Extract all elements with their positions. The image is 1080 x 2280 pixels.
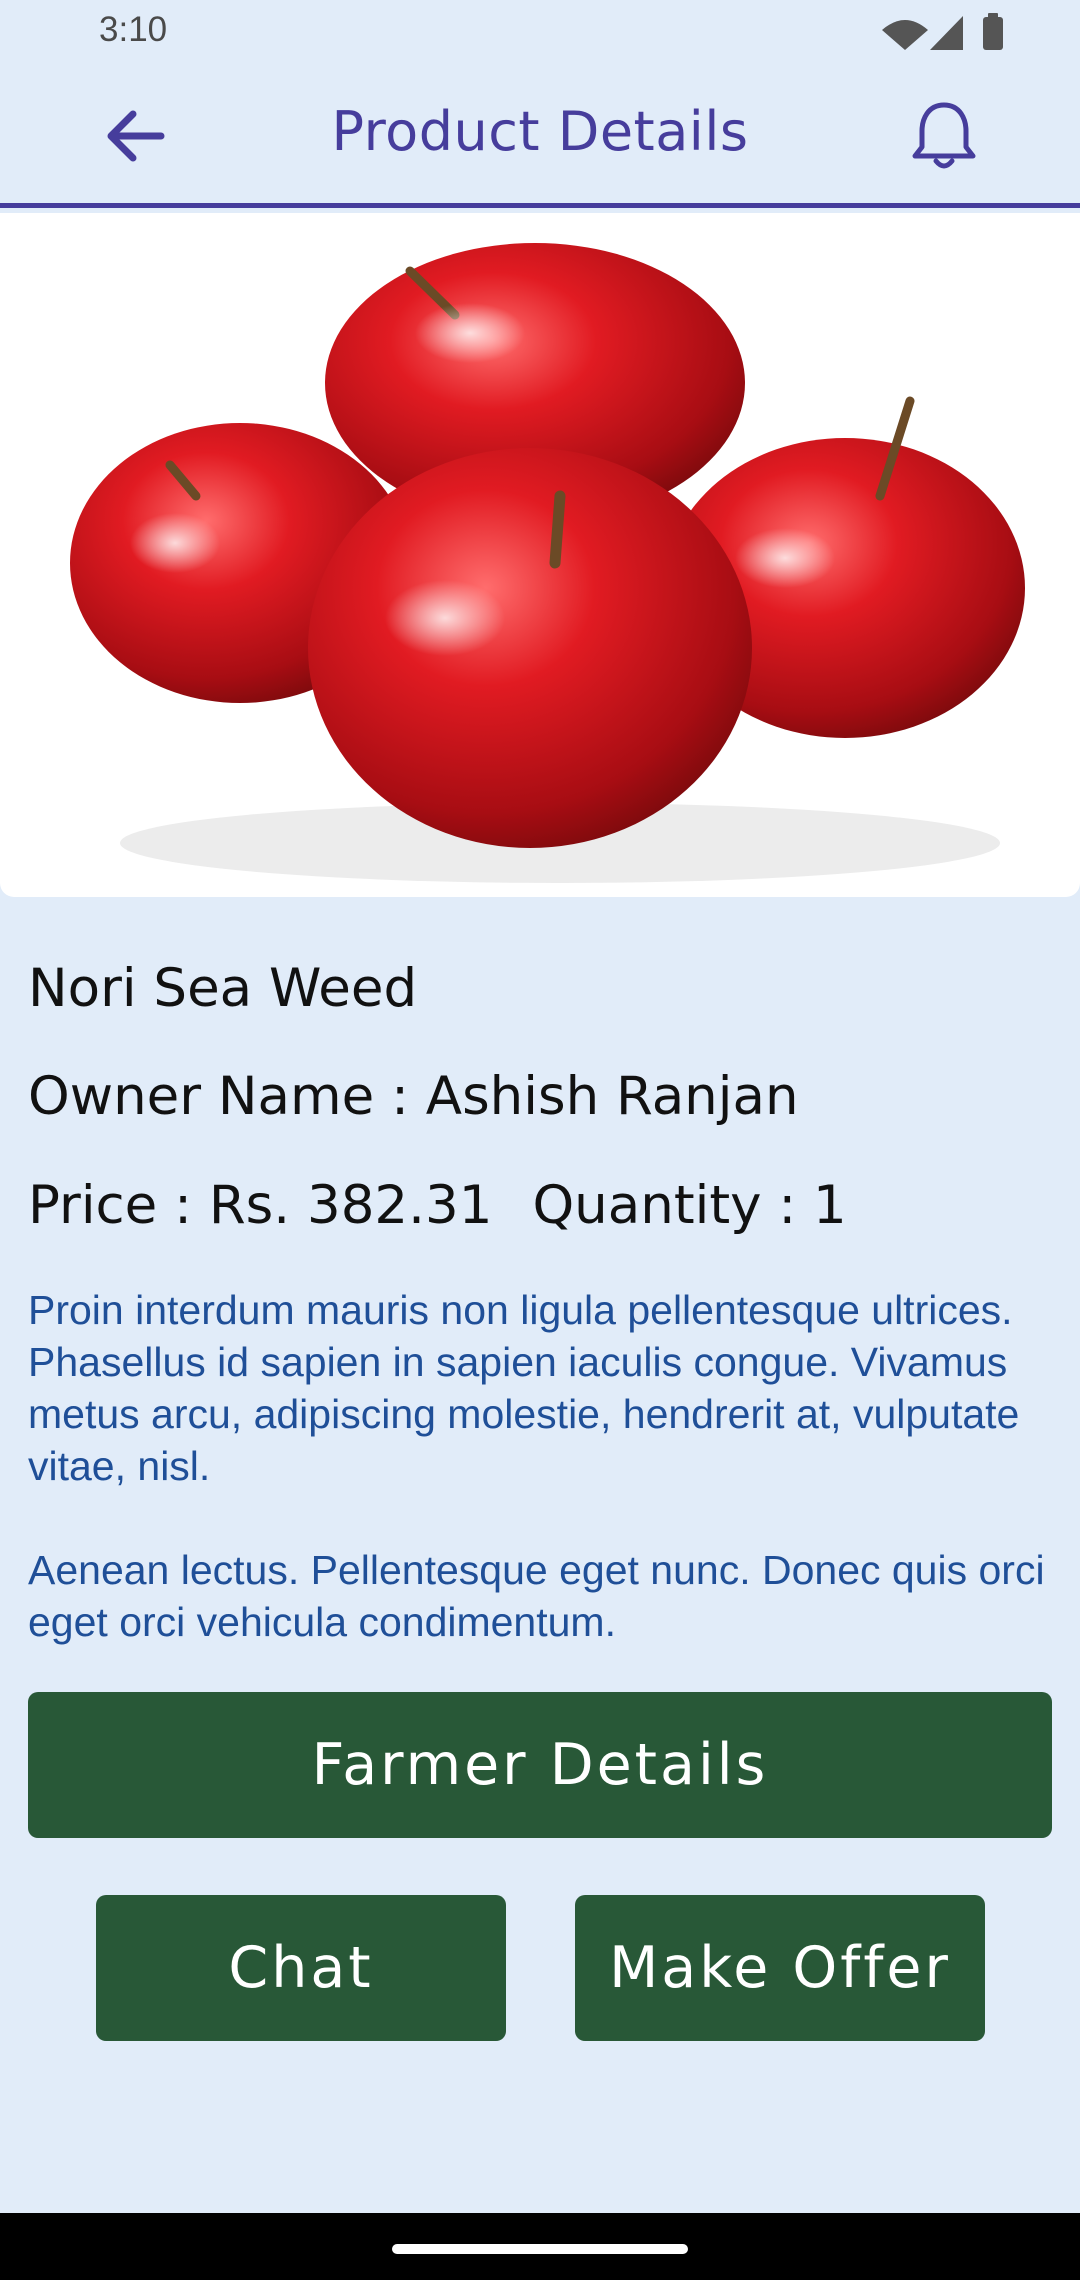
status-icons <box>882 13 1003 50</box>
notifications-button[interactable] <box>906 96 982 176</box>
battery-icon <box>983 17 1003 50</box>
product-description-1: Proin interdum mauris non ligula pellent… <box>28 1287 1020 1489</box>
chat-button[interactable]: Chat <box>96 1895 506 2041</box>
signal-icon <box>930 16 963 50</box>
make-offer-button[interactable]: Make Offer <box>575 1895 985 2041</box>
product-name: Nori Sea Weed <box>28 958 418 1019</box>
owner-name: Owner Name : Ashish Ranjan <box>28 1066 799 1127</box>
system-nav-bar <box>0 2213 1080 2280</box>
price-text: Price : Rs. 382.31 <box>28 1175 493 1236</box>
status-bar: 3:10 <box>0 0 1080 66</box>
product-image <box>0 213 1080 897</box>
bell-icon <box>912 102 976 169</box>
farmer-details-button[interactable]: Farmer Details <box>28 1692 1052 1838</box>
product-description-2: Aenean lectus. Pellentesque eget nunc. D… <box>28 1547 1045 1645</box>
price-quantity-row: Price : Rs. 382.31 Quantity : 1 <box>28 1175 1058 1236</box>
apples-image <box>70 243 1025 883</box>
app-bar: Product Details <box>0 66 1080 208</box>
wifi-icon <box>882 20 928 50</box>
home-handle[interactable] <box>392 2244 688 2254</box>
quantity-text: Quantity : 1 <box>532 1175 847 1236</box>
